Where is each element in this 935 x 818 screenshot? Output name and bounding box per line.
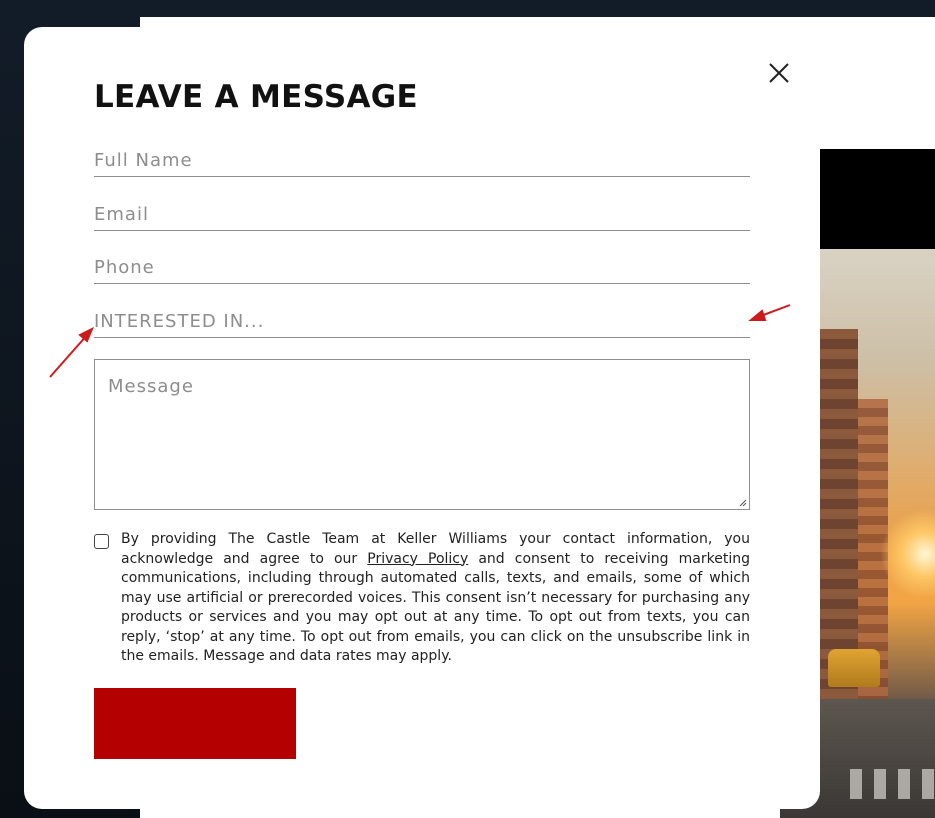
- phone-field: [94, 250, 750, 284]
- interested-in-select[interactable]: [94, 304, 750, 337]
- message-field: [94, 359, 750, 510]
- modal-title: LEAVE A MESSAGE: [94, 79, 418, 115]
- phone-input[interactable]: [94, 250, 750, 283]
- consent-text: By providing The Castle Team at Keller W…: [121, 531, 750, 664]
- resize-grip-icon[interactable]: [739, 499, 747, 507]
- consent-checkbox[interactable]: [94, 534, 109, 549]
- contact-modal: LEAVE A MESSAGE By providing The Castle …: [24, 27, 820, 809]
- submit-button[interactable]: [94, 688, 296, 759]
- email-field: [94, 197, 750, 231]
- email-input[interactable]: [94, 197, 750, 230]
- privacy-policy-link[interactable]: Privacy Policy: [367, 551, 468, 567]
- full-name-field: [94, 143, 750, 177]
- message-textarea[interactable]: [95, 360, 749, 509]
- full-name-input[interactable]: [94, 143, 750, 176]
- close-icon: [769, 63, 789, 83]
- close-button[interactable]: [767, 61, 791, 85]
- interested-in-field: [94, 304, 750, 338]
